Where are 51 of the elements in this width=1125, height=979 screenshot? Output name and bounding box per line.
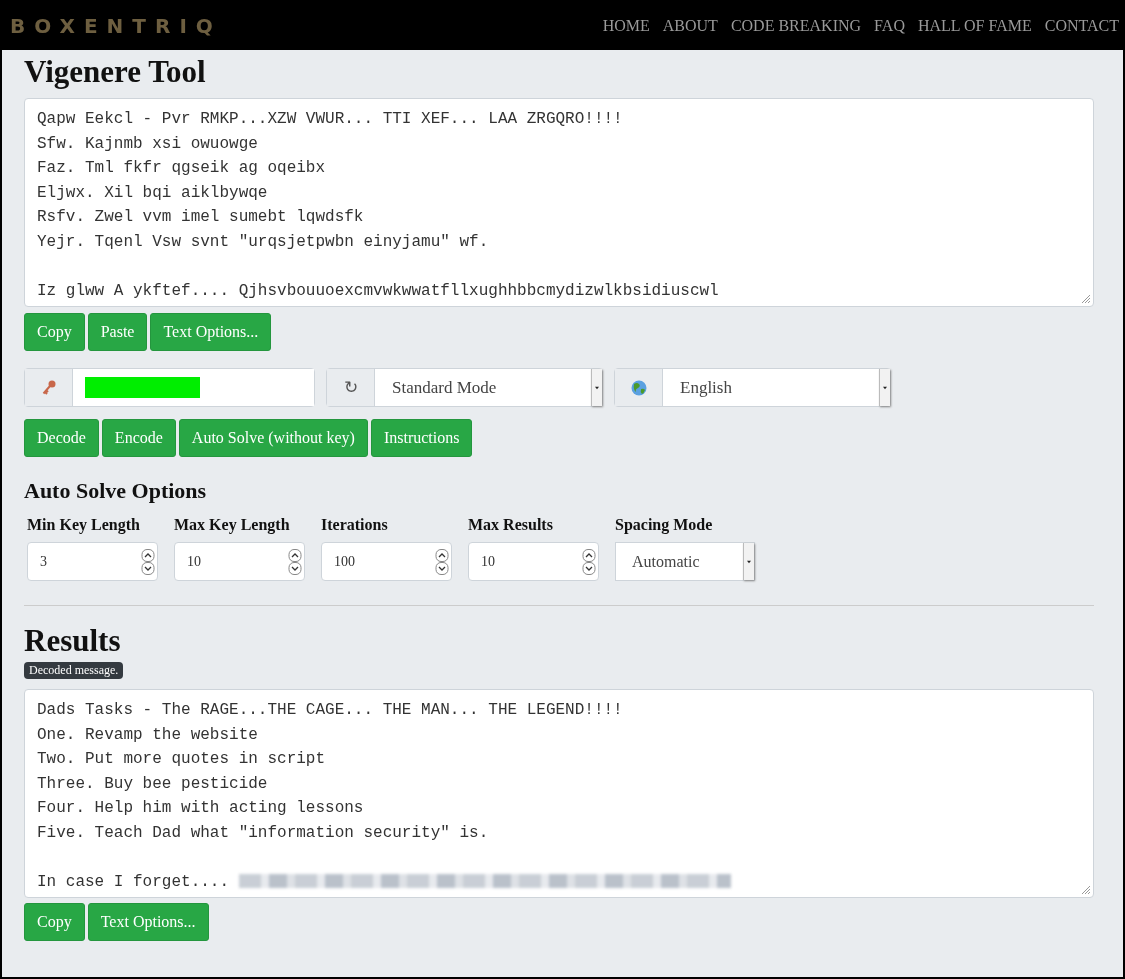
text-line: Rsfv. Zwel vvm imel sumebt lqwdsfk <box>37 207 365 228</box>
status-badge: Decoded message. <box>24 662 124 679</box>
mode-select[interactable]: ↻ Standard Mode <box>326 368 603 407</box>
spinner-icon[interactable] <box>435 548 449 575</box>
text-area[interactable] <box>24 98 1094 307</box>
text-line: Sfw. Kajnmb xsi owuowge <box>37 133 259 155</box>
resize-handle-icon[interactable] <box>1081 885 1091 895</box>
nav-link[interactable]: HALL OF FAME <box>917 17 1032 35</box>
key-icon <box>41 379 56 396</box>
section-heading: Vigenere Tool <box>24 54 206 90</box>
spinner-icon[interactable] <box>141 548 155 575</box>
text-line: Qapw Eekcl - Pvr RMKP...XZW VWUR... TTI XEF... LAA ZRGQRO!!!! <box>37 109 624 130</box>
text-area[interactable] <box>24 689 1094 898</box>
section-heading: Auto Solve Options <box>24 478 207 504</box>
spinner-icon[interactable] <box>288 548 302 575</box>
nav-link[interactable]: HOME <box>602 17 650 35</box>
number-field[interactable]: 3 <box>27 542 158 581</box>
text-line: Faz. Tml fkfr qgseik ag oqeibx <box>37 158 327 179</box>
caret-icon[interactable] <box>595 385 599 390</box>
nav-link[interactable]: ABOUT <box>662 17 718 35</box>
number-field[interactable]: 10 <box>174 542 305 581</box>
field-label: Max Key Length <box>174 516 291 536</box>
text-line: Yejr. Tqenl Vsw svnt "urqsjetpwbn einyjamu" wf. <box>37 231 490 253</box>
text-line: Three. Buy bee pesticide <box>37 773 269 795</box>
caret-icon[interactable] <box>883 385 887 390</box>
key-field[interactable] <box>24 368 315 407</box>
text-line: Five. Teach Dad what "information security" is. <box>37 822 490 844</box>
text-line: One. Revamp the website <box>37 724 259 746</box>
text-line: Four. Help him with acting lessons <box>37 798 365 819</box>
number-field[interactable]: 100 <box>321 542 452 581</box>
spinner-icon[interactable] <box>582 548 596 575</box>
globe-icon <box>630 379 647 396</box>
field-label: Spacing Mode <box>615 516 714 536</box>
number-field[interactable]: 10 <box>468 542 599 581</box>
field-label: Iterations <box>321 516 389 535</box>
nav-link[interactable]: CONTACT <box>1044 17 1119 35</box>
refresh-icon: ↻ <box>343 377 358 398</box>
text-line: Eljwx. Xil bqi aiklbywqe <box>37 182 269 204</box>
text-line: Iz glww A ykftef.... Qjhsvbouuoexcmvwkwwatfllxughhbbcmydizwlkbsidiuscwl <box>37 280 720 302</box>
section-heading: Results <box>24 623 121 659</box>
resize-handle-icon[interactable] <box>1081 294 1091 304</box>
text-line: Two. Put more quotes in script <box>37 749 327 770</box>
language-select[interactable]: English <box>614 368 891 407</box>
text-line: Dads Tasks - The RAGE...THE CAGE... THE MAN... THE LEGEND!!!! <box>37 700 624 721</box>
nav-link[interactable]: CODE BREAKING <box>730 17 862 35</box>
text-line: In case I forget.... <box>37 872 230 891</box>
field-label: Max Results <box>468 516 554 535</box>
spacing-select[interactable]: Automatic <box>615 542 755 581</box>
field-label: Min Key Length <box>27 516 141 536</box>
caret-icon[interactable] <box>747 559 751 564</box>
nav-link[interactable]: FAQ <box>874 17 905 35</box>
